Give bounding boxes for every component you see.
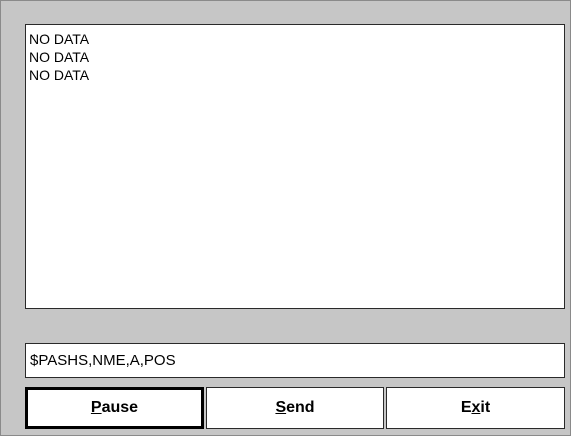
exit-label-rest: it	[480, 399, 491, 416]
send-label-rest: end	[286, 399, 315, 416]
output-line: NO DATA	[29, 31, 90, 47]
nmea-window: NO DATA NO DATA NO DATA Pause Send Exit	[0, 0, 571, 436]
command-input[interactable]	[25, 343, 565, 378]
send-button[interactable]: Send	[206, 387, 384, 429]
output-line: NO DATA	[29, 67, 90, 83]
send-mnemonic: S	[275, 399, 287, 416]
pause-label-rest: ause	[101, 399, 139, 416]
pause-mnemonic: P	[90, 399, 102, 416]
output-line: NO DATA	[29, 49, 90, 65]
exit-mnemonic: x	[471, 399, 481, 416]
exit-label-start: E	[460, 399, 472, 416]
pause-button[interactable]: Pause	[25, 387, 204, 429]
exit-button[interactable]: Ex it	[386, 387, 565, 429]
output-log[interactable]: NO DATA NO DATA NO DATA	[25, 24, 565, 309]
